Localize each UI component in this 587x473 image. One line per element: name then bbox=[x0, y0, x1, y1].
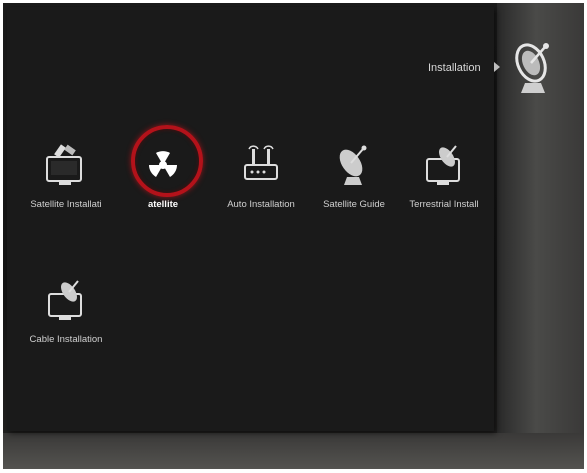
menu-item-satellite-guide[interactable]: Satellite Guide bbox=[309, 143, 399, 210]
menu-item-label: Terrestrial Install bbox=[409, 199, 479, 210]
router-antenna-icon bbox=[244, 145, 278, 180]
satellite-dish-icon bbox=[515, 43, 549, 93]
menu-item-cable-installation[interactable]: Cable Installation bbox=[21, 278, 111, 345]
breadcrumb-arrow-icon bbox=[494, 62, 500, 72]
tv-antenna-icon bbox=[426, 145, 460, 185]
bottom-backdrop bbox=[3, 433, 584, 469]
menu-item-label: Auto Installation bbox=[227, 199, 295, 210]
satellite-dish-icon bbox=[339, 145, 367, 185]
installation-menu-panel bbox=[7, 7, 494, 431]
menu-item-satellite-installation[interactable]: Satellite Installati bbox=[21, 143, 111, 210]
menu-item-terrestrial-install[interactable]: Terrestrial Install bbox=[399, 143, 489, 210]
tv-screen: Installation Satellite Installati atelli… bbox=[3, 3, 584, 469]
menu-item-label: atellite bbox=[147, 199, 179, 210]
breadcrumb: Installation bbox=[428, 62, 481, 74]
tv-antenna-icon bbox=[48, 280, 82, 320]
satellite-tv-icon bbox=[46, 144, 82, 185]
menu-item-auto-installation[interactable]: Auto Installation bbox=[216, 143, 306, 210]
menu-item-label: Satellite Guide bbox=[323, 199, 385, 210]
menu-item-label: Cable Installation bbox=[29, 334, 103, 345]
menu-item-label: Satellite Installati bbox=[30, 199, 102, 210]
selection-focus-ring bbox=[131, 125, 203, 197]
